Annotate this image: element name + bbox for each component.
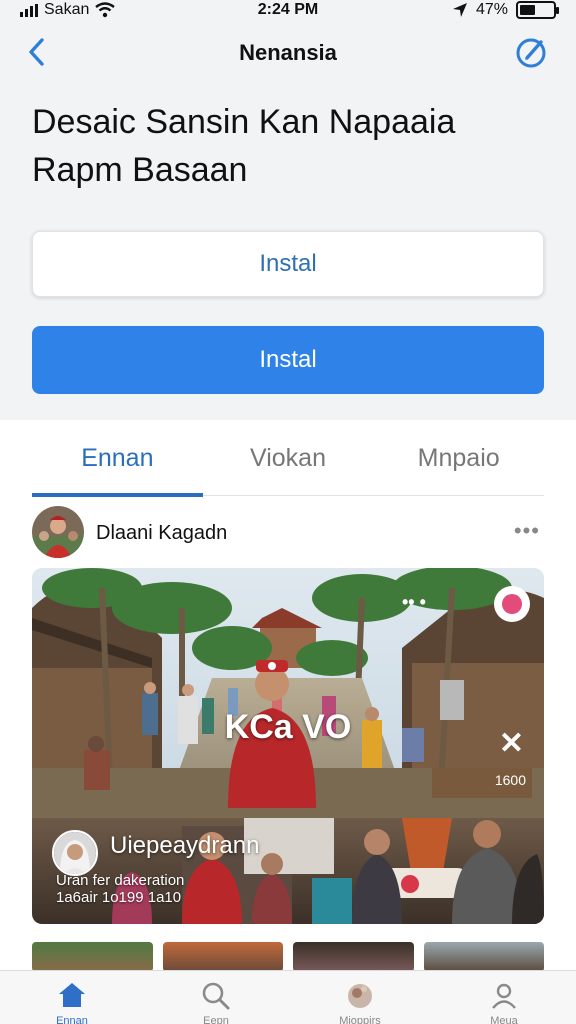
tabbar-label-search: Eepn — [203, 1015, 229, 1024]
install-primary-button[interactable]: Instal — [32, 326, 544, 394]
battery-fill — [520, 5, 536, 15]
post-media[interactable]: •• • KCa VO ✕ 1600 Uiepeaydrann Uran fer… — [32, 568, 544, 924]
app-heading: Desaic Sansin Kan Napaaia Rapm Basaan — [32, 98, 552, 194]
tab-mnpaio[interactable]: Mnpaio — [373, 430, 544, 495]
media-sub-caption-line-1: Uran fer dakeration — [56, 872, 185, 889]
heading-line-1: Desaic Sansin Kan Napaaia — [32, 103, 456, 141]
media-sub-title: Uiepeaydrann — [110, 832, 260, 859]
tabbar-item-orb[interactable]: Mioppirs — [288, 971, 432, 1024]
bottom-tab-bar: Ennan Eepn Mioppirs Meua — [0, 970, 576, 1024]
profile-icon — [492, 983, 516, 1009]
battery-icon — [516, 1, 559, 19]
more-options-icon[interactable]: ••• — [514, 518, 540, 544]
tabbar-item-profile[interactable]: Meua — [432, 971, 576, 1024]
tab-ennan[interactable]: Ennan — [32, 430, 203, 497]
search-icon — [202, 982, 230, 1010]
village-scene-image — [32, 568, 544, 924]
thumbnail-1[interactable] — [32, 942, 153, 972]
status-bar: Sakan 2:24 PM 47% — [0, 0, 576, 24]
tabbar-item-home[interactable]: Ennan — [0, 971, 144, 1024]
tabbar-label-orb: Mioppirs — [339, 1015, 381, 1024]
install-outline-button[interactable]: Instal — [32, 231, 544, 297]
orb-icon — [348, 984, 372, 1008]
media-close-icon[interactable]: ✕ — [499, 726, 524, 761]
back-chevron-icon[interactable] — [22, 34, 54, 70]
location-arrow-icon — [452, 3, 467, 17]
thumbnail-2[interactable] — [162, 942, 283, 972]
battery-percent: 47% — [475, 1, 508, 18]
media-badge-icon[interactable] — [494, 586, 530, 622]
tab-viokan[interactable]: Viokan — [203, 430, 374, 495]
tabbar-label-profile: Meua — [490, 1015, 518, 1024]
author-avatar-image — [32, 506, 84, 558]
home-icon — [59, 983, 85, 1007]
tabbar-item-search[interactable]: Eepn — [144, 971, 288, 1024]
thumbnail-row — [32, 942, 544, 972]
thumbnail-4[interactable] — [423, 942, 544, 972]
tab-strip: Ennan Viokan Mnpaio — [32, 430, 544, 497]
media-sub-caption: Uran fer dakeration 1a6air 1o199 1a10 — [56, 872, 184, 906]
heading-line-2: Rapm Basaan — [32, 151, 248, 189]
thumbnail-3[interactable] — [293, 942, 414, 972]
media-sub-caption-line-2: 1a6air 1o199 1a10 — [56, 889, 182, 906]
navigation-bar: Nenansia — [0, 30, 576, 76]
media-counter: 1600 — [494, 772, 526, 788]
post-header: Dlaani Kagadn ••• — [32, 506, 544, 558]
status-right: 47% — [452, 1, 559, 19]
sub-avatar[interactable] — [52, 830, 98, 876]
media-dots: •• • — [402, 592, 426, 612]
page-title: Nenansia — [239, 40, 337, 65]
sub-avatar-image — [54, 832, 96, 874]
author-avatar[interactable] — [32, 506, 84, 558]
tabbar-label-home: Ennan — [56, 1015, 88, 1024]
author-name[interactable]: Dlaani Kagadn — [96, 522, 227, 545]
compose-icon[interactable] — [514, 36, 548, 70]
